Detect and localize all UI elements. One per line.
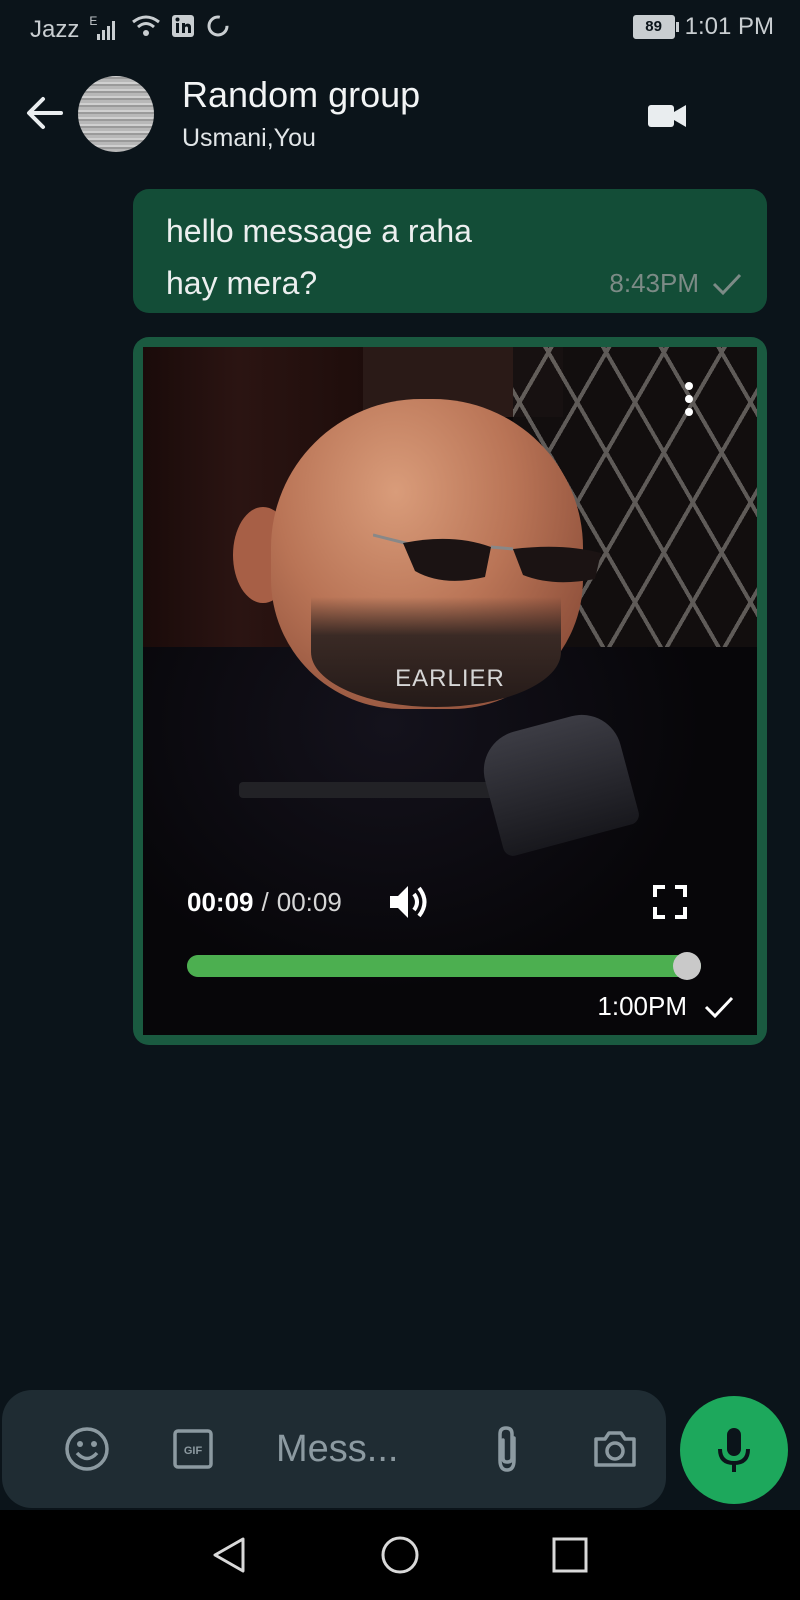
status-right: 89 1:01 PM [632,13,774,41]
single-check-icon [704,996,734,1018]
time-separator: / [261,886,269,917]
message-time: 8:43PM [609,268,699,298]
video-call-button[interactable] [640,96,694,136]
status-left: Jazz E [30,13,231,46]
emoji-icon [65,1427,109,1471]
camera-icon [594,1431,636,1467]
message-composer: GIF [2,1390,666,1508]
video-message-time: 1:00PM [597,991,687,1021]
camera-button[interactable] [588,1422,642,1476]
arrow-left-icon [27,97,63,129]
video-controls: 00:09 / 00:09 [187,877,707,927]
avatar[interactable] [78,76,154,152]
fullscreen-icon [653,885,687,919]
nav-back-button[interactable] [204,1530,254,1580]
current-time: 00:09 [187,886,254,917]
volume-icon [390,886,427,918]
linkedin-icon [171,14,195,45]
network-type-label: E [89,13,98,28]
more-options-button[interactable] [671,377,707,421]
message-text: hello message a raha hay mera? [166,205,586,309]
message-line-1: hello message a raha [166,213,472,249]
message-input[interactable] [276,1426,466,1472]
total-duration: 00:09 [276,886,342,917]
gif-icon: GIF [173,1429,213,1469]
system-navigation-bar [0,1510,800,1600]
attach-button[interactable] [480,1422,534,1476]
sunglasses-graphic [373,533,601,583]
video-caption: EARLIER [395,665,505,692]
video-meta: 1:00PM [597,991,735,1022]
nav-recents-button[interactable] [545,1530,595,1580]
outgoing-video-message[interactable]: EARLIER 00:09 / 00:09 1:00PM [133,337,767,1045]
back-button[interactable] [22,90,68,136]
volume-button[interactable] [387,879,433,925]
voice-message-button[interactable] [680,1396,788,1504]
signal-icon: E [89,14,121,42]
video-camera-icon [648,105,686,127]
chat-header: Random group Usmani,You [0,60,800,170]
status-bar: Jazz E 89 1:01 PM [0,0,800,56]
sync-icon [205,13,231,46]
fullscreen-button[interactable] [649,881,691,923]
gif-button[interactable]: GIF [166,1422,220,1476]
circle-home-icon [381,1536,419,1574]
attach-icon [498,1426,516,1472]
svg-text:GIF: GIF [184,1445,203,1457]
group-title[interactable]: Random group [182,74,420,116]
microphone-icon [718,1428,750,1472]
video-progress-bar[interactable] [187,952,701,980]
battery-icon: 89 [632,15,679,39]
single-check-icon [712,273,742,295]
carrier-name: Jazz [30,15,80,43]
battery-level: 89 [645,18,662,35]
message-meta: 8:43PM [609,268,743,299]
progress-thumb[interactable] [673,952,701,980]
outgoing-text-message[interactable]: hello message a raha hay mera? 8:43PM [133,189,767,313]
wifi-icon [131,14,161,45]
group-members[interactable]: Usmani,You [182,124,316,153]
video-player[interactable]: EARLIER 00:09 / 00:09 1:00PM [143,347,757,1035]
nav-home-button[interactable] [375,1530,425,1580]
emoji-button[interactable] [60,1422,114,1476]
message-line-2: hay mera? [166,265,318,301]
status-time: 1:01 PM [684,13,774,40]
progress-fill [187,955,701,977]
square-recents-icon [552,1537,588,1573]
triangle-back-icon [213,1537,245,1573]
